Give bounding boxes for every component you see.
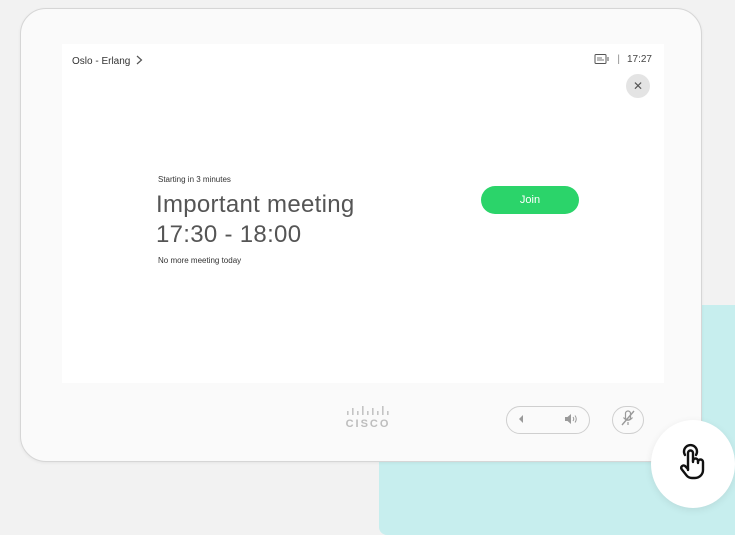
room-name: Oslo - Erlang — [72, 55, 131, 67]
join-button[interactable]: Join — [481, 186, 579, 214]
join-button-label: Join — [519, 194, 541, 206]
camera-display-icon[interactable] — [594, 53, 610, 65]
close-icon: ✕ — [632, 79, 644, 93]
meeting-time-range: 17:30 - 18:00 — [156, 221, 302, 248]
chevron-right-icon — [136, 54, 143, 68]
mute-button[interactable] — [612, 406, 644, 434]
volume-up-icon[interactable] — [563, 413, 579, 428]
status-bar: | 17:27 — [594, 53, 652, 65]
meeting-starting-text: Starting in 3 minutes — [158, 175, 231, 184]
volume-down-icon[interactable] — [517, 414, 525, 427]
close-button[interactable]: ✕ — [626, 74, 650, 98]
cisco-bars-icon — [338, 406, 398, 418]
clock: 17:27 — [626, 53, 652, 65]
no-more-meetings-text: No more meeting today — [158, 256, 242, 265]
touch-indicator — [651, 420, 735, 508]
cisco-logo: CISCO — [338, 406, 398, 438]
meeting-title: Important meeting — [156, 191, 355, 218]
microphone-mute-icon — [621, 409, 635, 431]
device-screen: Oslo - Erlang | 17:27 ✕ Starting in 3 mi… — [62, 44, 664, 383]
cisco-wordmark: CISCO — [345, 418, 391, 430]
status-divider: | — [617, 53, 620, 65]
touch-hand-icon — [675, 443, 711, 486]
room-selector[interactable]: Oslo - Erlang — [72, 54, 143, 68]
volume-control[interactable] — [506, 406, 590, 434]
